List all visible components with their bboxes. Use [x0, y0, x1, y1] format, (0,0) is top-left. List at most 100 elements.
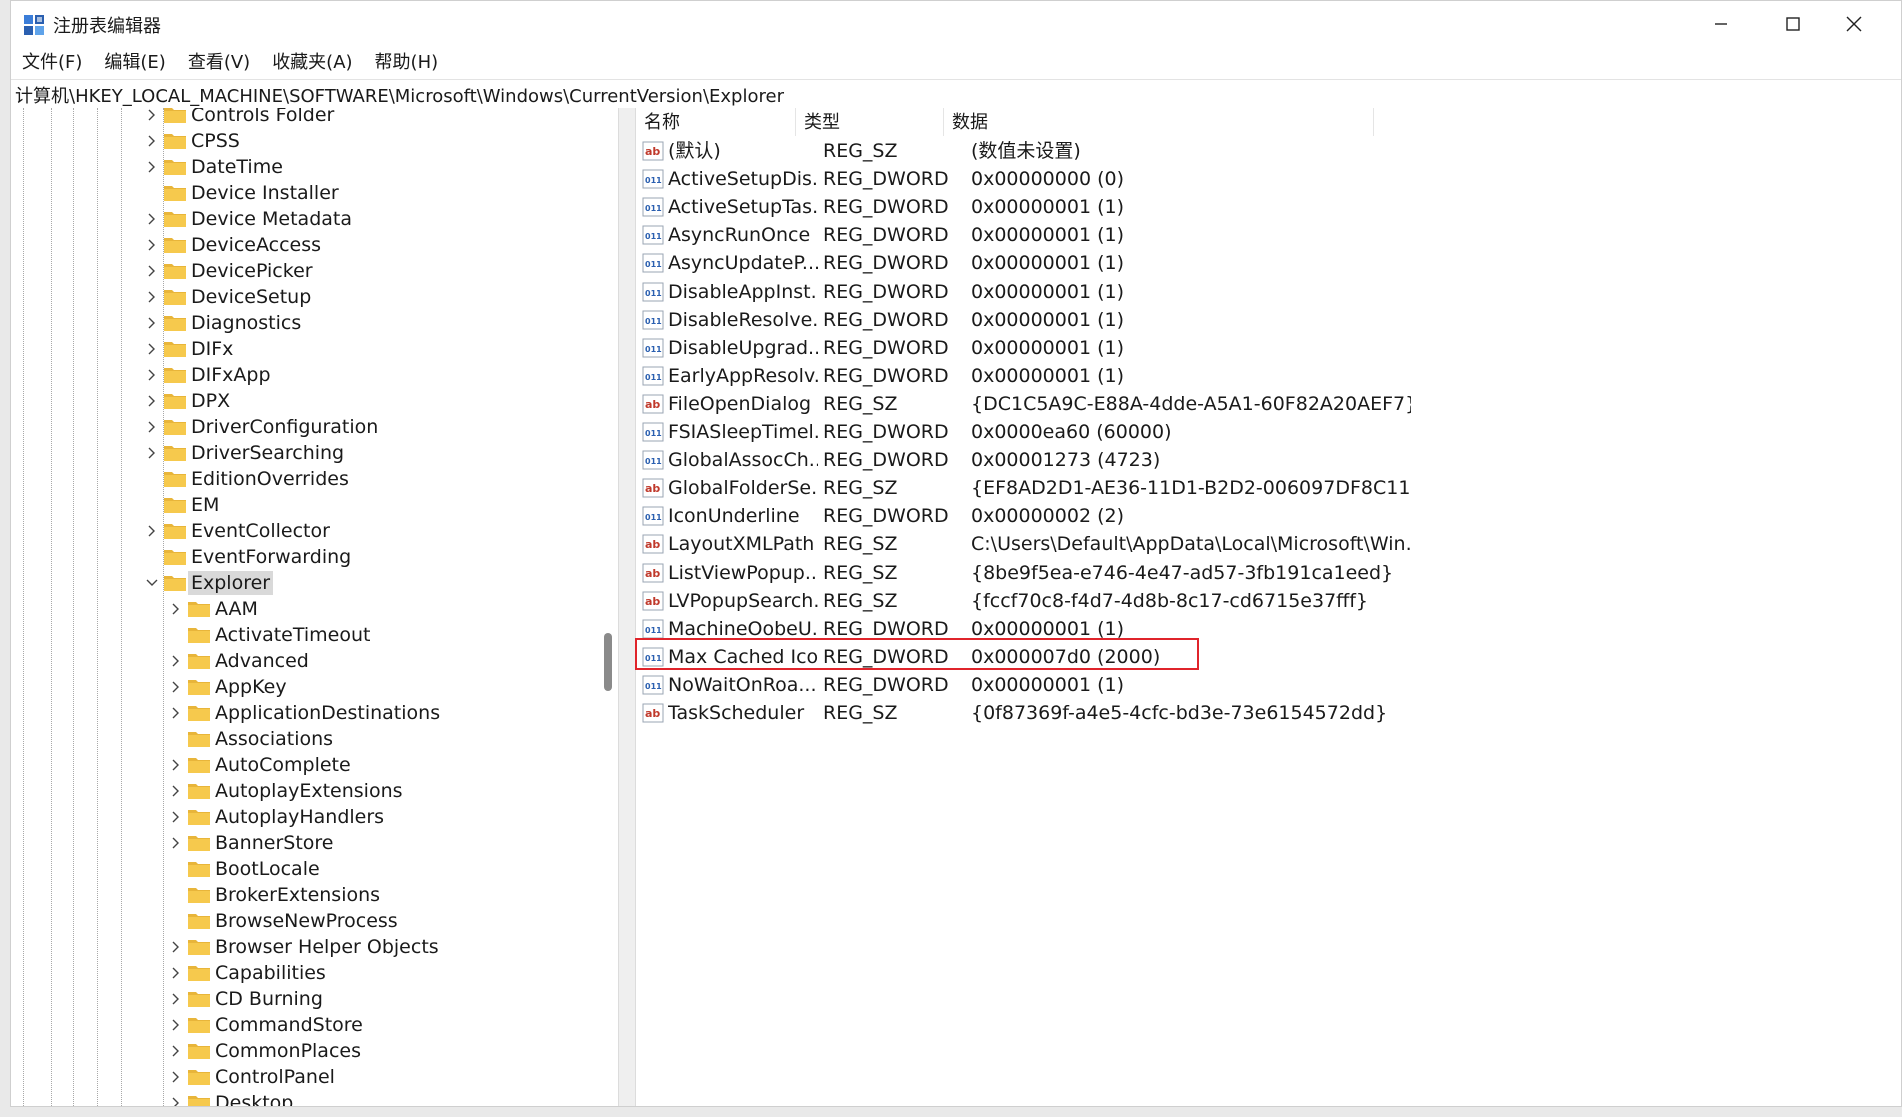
tree-item[interactable]: ControlPanel	[11, 1064, 591, 1090]
chevron-right-icon[interactable]	[167, 652, 185, 670]
menu-file[interactable]: 文件(F)	[11, 47, 93, 79]
value-row[interactable]: 011 EarlyAppResolv... REG_DWORD 0x00000001 …	[636, 362, 1896, 390]
chevron-right-icon[interactable]	[167, 1016, 185, 1034]
chevron-right-icon[interactable]	[143, 444, 161, 462]
value-row[interactable]: 011 AsyncRunOnce REG_DWORD 0x00000001 (1)	[636, 221, 1896, 249]
value-list-pane[interactable]: 名称 类型 数据 ab (默认) REG_SZ (数值未设置) 011 ActiveSet…	[636, 108, 1901, 1106]
tree-item[interactable]: DevicePicker	[11, 258, 591, 284]
chevron-right-icon[interactable]	[167, 990, 185, 1008]
tree-item[interactable]: EventForwarding	[11, 544, 591, 570]
tree-item[interactable]: ActivateTimeout	[11, 622, 591, 648]
value-row[interactable]: ab LVPopupSearch... REG_SZ {fccf70c8-f4d7-4…	[636, 587, 1896, 615]
tree-item[interactable]: Diagnostics	[11, 310, 591, 336]
tree-item[interactable]: DPX	[11, 388, 591, 414]
value-row[interactable]: 011 GlobalAssocCh... REG_DWORD 0x00001273 (…	[636, 446, 1896, 474]
tree-item[interactable]: AutoplayExtensions	[11, 778, 591, 804]
tree-item[interactable]: AutoplayHandlers	[11, 804, 591, 830]
tree-item[interactable]: AutoComplete	[11, 752, 591, 778]
chevron-right-icon[interactable]	[143, 366, 161, 384]
chevron-right-icon[interactable]	[167, 600, 185, 618]
chevron-right-icon[interactable]	[143, 392, 161, 410]
tree-item[interactable]: Advanced	[11, 648, 591, 674]
tree-item[interactable]: AAM	[11, 596, 591, 622]
tree-item[interactable]: CommonPlaces	[11, 1038, 591, 1064]
value-row[interactable]: 011 FSIASleepTimel... REG_DWORD 0x0000ea60 …	[636, 418, 1896, 446]
tree-item[interactable]: CommandStore	[11, 1012, 591, 1038]
minimize-button[interactable]	[1686, 1, 1756, 47]
tree-item[interactable]: DIFx	[11, 336, 591, 362]
column-header-name[interactable]: 名称	[636, 108, 796, 136]
chevron-right-icon[interactable]	[167, 964, 185, 982]
chevron-right-icon[interactable]	[167, 1042, 185, 1060]
tree-item[interactable]: EventCollector	[11, 518, 591, 544]
tree-scrollbar[interactable]	[596, 108, 618, 1106]
chevron-right-icon[interactable]	[143, 418, 161, 436]
chevron-right-icon[interactable]	[167, 782, 185, 800]
chevron-down-icon[interactable]	[143, 574, 161, 592]
tree-item[interactable]: BootLocale	[11, 856, 591, 882]
chevron-right-icon[interactable]	[167, 756, 185, 774]
tree-item[interactable]: EditionOverrides	[11, 466, 591, 492]
maximize-button[interactable]	[1758, 1, 1828, 47]
value-row[interactable]: ab (默认) REG_SZ (数值未设置)	[636, 137, 1896, 165]
tree-item[interactable]: Capabilities	[11, 960, 591, 986]
chevron-right-icon[interactable]	[167, 678, 185, 696]
value-row[interactable]: 011 DisableAppInst... REG_DWORD 0x00000001 …	[636, 278, 1896, 306]
chevron-right-icon[interactable]	[143, 210, 161, 228]
chevron-right-icon[interactable]	[167, 1094, 185, 1106]
tree-item[interactable]: Explorer	[11, 570, 591, 596]
chevron-right-icon[interactable]	[167, 704, 185, 722]
tree-item[interactable]: DIFxApp	[11, 362, 591, 388]
chevron-right-icon[interactable]	[143, 288, 161, 306]
value-row[interactable]: 011 DisableResolve... REG_DWORD 0x00000001 …	[636, 306, 1896, 334]
menu-help[interactable]: 帮助(H)	[364, 47, 450, 79]
chevron-right-icon[interactable]	[143, 522, 161, 540]
tree-item[interactable]: BannerStore	[11, 830, 591, 856]
tree-item[interactable]: DriverSearching	[11, 440, 591, 466]
tree-item[interactable]: Desktop	[11, 1090, 591, 1106]
tree-item[interactable]: CD Burning	[11, 986, 591, 1012]
tree-item[interactable]: Device Metadata	[11, 206, 591, 232]
value-row[interactable]: ab FileOpenDialog REG_SZ {DC1C5A9C-E88A-4dd…	[636, 390, 1896, 418]
menu-view[interactable]: 查看(V)	[177, 47, 261, 79]
chevron-right-icon[interactable]	[143, 132, 161, 150]
column-header-type[interactable]: 类型	[796, 108, 944, 136]
value-row[interactable]: 011 MachineOobeU... REG_DWORD 0x00000001 (1…	[636, 615, 1896, 643]
key-tree-pane[interactable]: Controls Folder CPSS DateTime Device Instal…	[11, 108, 618, 1106]
title-bar[interactable]: 注册表编辑器	[11, 1, 1901, 47]
tree-item[interactable]: AppKey	[11, 674, 591, 700]
chevron-right-icon[interactable]	[143, 262, 161, 280]
address-path[interactable]: 计算机\HKEY_LOCAL_MACHINE\SOFTWARE\Microsof…	[15, 82, 784, 108]
tree-item[interactable]: BrowseNewProcess	[11, 908, 591, 934]
pane-splitter[interactable]	[618, 108, 636, 1106]
address-bar[interactable]: 计算机\HKEY_LOCAL_MACHINE\SOFTWARE\Microsof…	[11, 79, 1901, 109]
menu-favorites[interactable]: 收藏夹(A)	[261, 47, 363, 79]
tree-item[interactable]: EM	[11, 492, 591, 518]
chevron-right-icon[interactable]	[143, 158, 161, 176]
close-button[interactable]	[1819, 1, 1889, 47]
value-row[interactable]: 011 ActiveSetupDis... REG_DWORD 0x00000000 …	[636, 165, 1896, 193]
value-row[interactable]: ab ListViewPopup... REG_SZ {8be9f5ea-e746-4…	[636, 559, 1896, 587]
tree-item[interactable]: ApplicationDestinations	[11, 700, 591, 726]
tree-item[interactable]: Device Installer	[11, 180, 591, 206]
value-row[interactable]: 011 IconUnderline REG_DWORD 0x00000002 (2)	[636, 502, 1896, 530]
chevron-right-icon[interactable]	[143, 236, 161, 254]
value-row[interactable]: ab TaskScheduler REG_SZ {0f87369f-a4e5-4cfc…	[636, 699, 1896, 727]
chevron-right-icon[interactable]	[143, 314, 161, 332]
value-row[interactable]: 011 ActiveSetupTas... REG_DWORD 0x00000001 …	[636, 193, 1896, 221]
tree-item[interactable]: DeviceAccess	[11, 232, 591, 258]
tree-item[interactable]: DriverConfiguration	[11, 414, 591, 440]
value-row[interactable]: 011 NoWaitOnRoa... REG_DWORD 0x00000001 (1)	[636, 671, 1896, 699]
chevron-right-icon[interactable]	[143, 108, 161, 124]
tree-item[interactable]: DeviceSetup	[11, 284, 591, 310]
value-row[interactable]: ab LayoutXMLPath REG_SZ C:\Users\Default\Ap…	[636, 530, 1896, 558]
chevron-right-icon[interactable]	[167, 938, 185, 956]
value-row[interactable]: 011 Max Cached Ico...REG_DWORD 0x000007d0 …	[636, 643, 1896, 671]
value-row[interactable]: ab GlobalFolderSe... REG_SZ {EF8AD2D1-AE36-…	[636, 474, 1896, 502]
column-header-data[interactable]: 数据	[944, 108, 1374, 136]
tree-item[interactable]: Controls Folder	[11, 108, 591, 128]
tree-item[interactable]: Browser Helper Objects	[11, 934, 591, 960]
menu-edit[interactable]: 编辑(E)	[93, 47, 176, 79]
tree-item[interactable]: DateTime	[11, 154, 591, 180]
tree-item[interactable]: CPSS	[11, 128, 591, 154]
